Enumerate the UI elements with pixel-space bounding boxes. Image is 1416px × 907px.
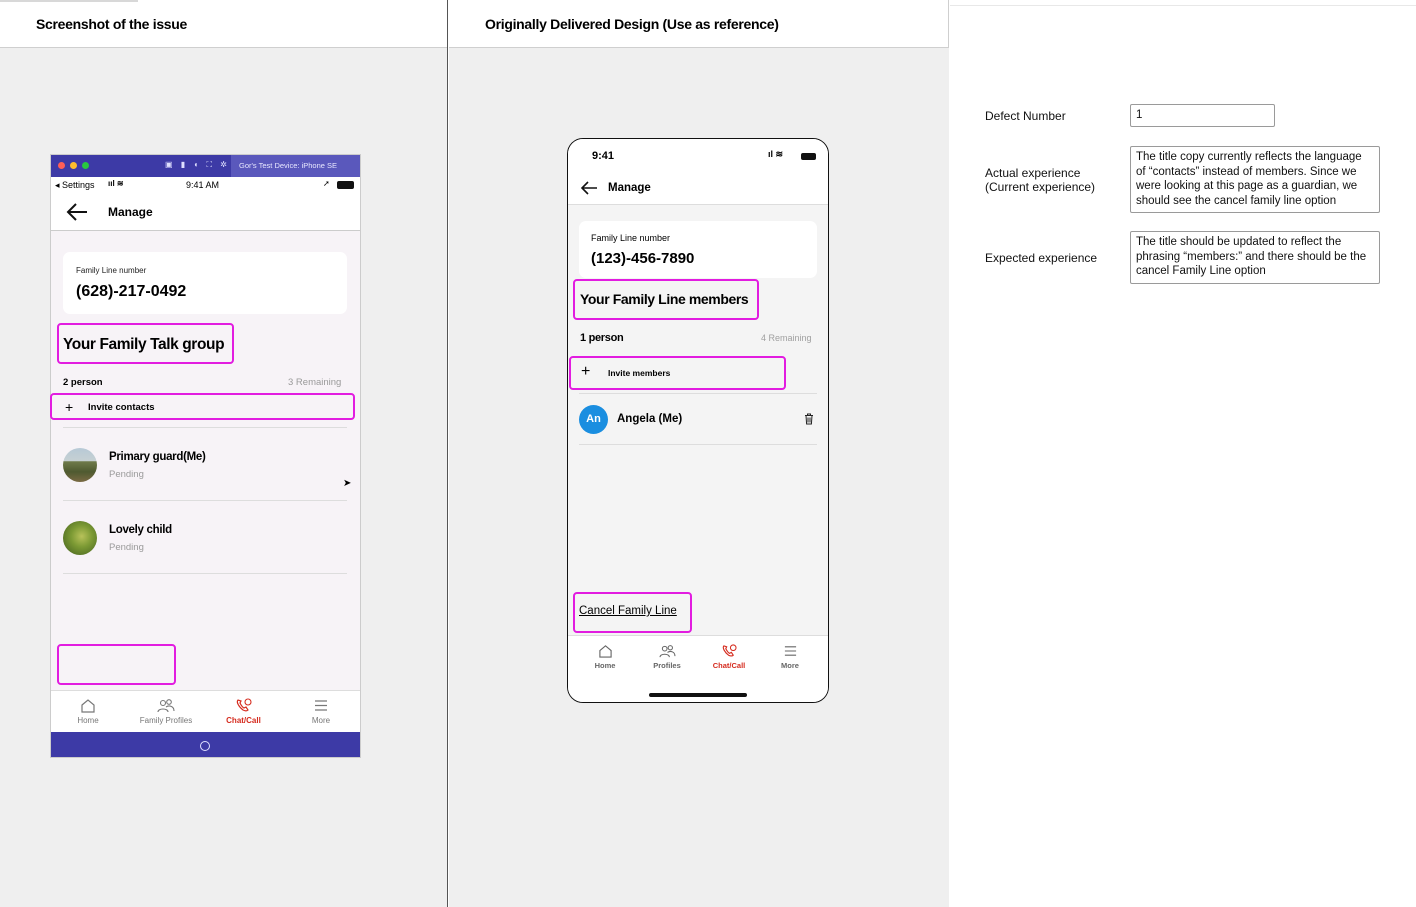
battery-icon: [801, 153, 816, 160]
tab-bar: Home Family Profiles Chat/Call More: [51, 690, 360, 732]
tab-chat-call[interactable]: Chat/Call: [216, 698, 271, 725]
signal-wifi-icon: ııl ≋: [108, 179, 124, 188]
signal-wifi-icon: ıl ≋: [768, 149, 784, 159]
actual-experience-label: Actual experience: [985, 166, 1081, 180]
highlight-missing-cancel: [57, 644, 176, 685]
family-line-card: Family Line number (123)-456-7890: [579, 221, 817, 278]
expected-experience-label: Expected experience: [985, 251, 1098, 265]
left-panel: Screenshot of the issue ▣ ▮ ◖ ⛶ ✲ Gor's …: [0, 0, 448, 907]
tab-home[interactable]: Home: [63, 698, 113, 725]
highlight-invite-contacts: [50, 393, 355, 420]
status-bar: ◂ Settings ııl ≋ 9:41 AM ➚: [51, 177, 360, 193]
avatar: An: [579, 405, 608, 434]
chat-call-icon: [722, 644, 737, 657]
settings-back-link[interactable]: ◂ Settings: [55, 180, 95, 191]
home-button-icon[interactable]: [200, 741, 210, 751]
highlight-cancel-link: [573, 592, 692, 633]
family-line-number: (123)-456-7890: [591, 250, 695, 267]
avatar: [63, 521, 97, 555]
profiles-icon: [157, 699, 175, 713]
defect-number-field[interactable]: 1: [1130, 104, 1275, 127]
tab-bar: Home Profiles Chat/Call More: [568, 635, 828, 702]
defect-details: Defect Number 1 Actual experience (Curre…: [950, 0, 1416, 907]
device-bottom-bar: [51, 732, 360, 757]
menu-icon: [784, 646, 796, 656]
tab-more[interactable]: More: [296, 698, 346, 725]
zoom-dot[interactable]: [82, 162, 89, 169]
chat-call-icon: [236, 698, 252, 712]
battery-icon: [337, 181, 354, 189]
member-name: Primary guard(Me): [109, 451, 206, 463]
page-title: Manage: [608, 182, 651, 194]
family-line-label: Family Line number: [591, 233, 671, 243]
home-icon: [598, 645, 612, 658]
app-header: Manage: [568, 171, 828, 205]
home-indicator[interactable]: [649, 693, 747, 697]
minimize-dot[interactable]: [70, 162, 77, 169]
status-bar: 9:41 ıl ≋: [568, 139, 828, 171]
back-arrow-icon[interactable]: [65, 202, 89, 222]
family-line-label: Family Line number: [76, 266, 147, 275]
menu-icon: [315, 700, 327, 711]
location-icon: ➚: [323, 179, 330, 188]
remaining-count: 3 Remaining: [288, 377, 342, 388]
status-time: 9:41 AM: [186, 180, 220, 190]
close-dot[interactable]: [58, 162, 65, 169]
highlight-group-title: [573, 279, 759, 320]
trash-icon[interactable]: [804, 413, 814, 425]
tab-profiles[interactable]: Profiles: [642, 644, 692, 670]
list-item[interactable]: An Angela (Me): [579, 404, 817, 436]
left-panel-title: Screenshot of the issue: [0, 0, 447, 48]
actual-experience-sublabel: (Current experience): [985, 180, 1096, 194]
highlight-invite-members: [569, 356, 786, 390]
member-name: Angela (Me): [617, 413, 683, 425]
member-count: 2 person: [63, 377, 103, 388]
tab-home[interactable]: Home: [580, 644, 630, 670]
device-title: Gor's Test Device: iPhone SE: [231, 155, 360, 177]
home-icon: [81, 699, 95, 713]
status-time: 9:41: [592, 150, 615, 162]
app-header: Manage: [51, 193, 360, 231]
family-line-number: (628)-217-0492: [76, 283, 187, 300]
middle-panel-title: Originally Delivered Design (Use as refe…: [449, 0, 949, 48]
middle-panel: Originally Delivered Design (Use as refe…: [449, 0, 949, 907]
device-window-bar: ▣ ▮ ◖ ⛶ ✲ Gor's Test Device: iPhone SE: [51, 155, 360, 177]
defect-number-label: Defect Number: [985, 109, 1066, 123]
window-toolbar-icons: ▣ ▮ ◖ ⛶ ✲: [165, 160, 230, 169]
page-title: Manage: [108, 205, 153, 219]
avatar: [63, 448, 97, 482]
tab-more[interactable]: More: [765, 644, 815, 670]
list-item[interactable]: Lovely child Pending: [63, 518, 347, 558]
list-item[interactable]: Primary guard(Me) Pending: [63, 445, 347, 485]
expected-experience-field[interactable]: The title should be updated to reflect t…: [1130, 231, 1380, 284]
tab-family-profiles[interactable]: Family Profiles: [131, 698, 201, 725]
highlight-group-title: [57, 323, 234, 364]
member-count: 1 person: [580, 332, 624, 344]
mouse-cursor-icon: ➤: [343, 478, 352, 489]
remaining-count: 4 Remaining: [761, 333, 812, 343]
tab-chat-call[interactable]: Chat/Call: [703, 644, 755, 670]
member-name: Lovely child: [109, 524, 172, 536]
actual-experience-field[interactable]: The title copy currently reflects the la…: [1130, 146, 1380, 213]
member-status: Pending: [109, 542, 144, 553]
profiles-icon: [659, 645, 675, 658]
member-status: Pending: [109, 469, 144, 480]
back-arrow-icon[interactable]: [579, 180, 599, 196]
family-line-card: Family Line number (628)-217-0492: [63, 252, 347, 314]
